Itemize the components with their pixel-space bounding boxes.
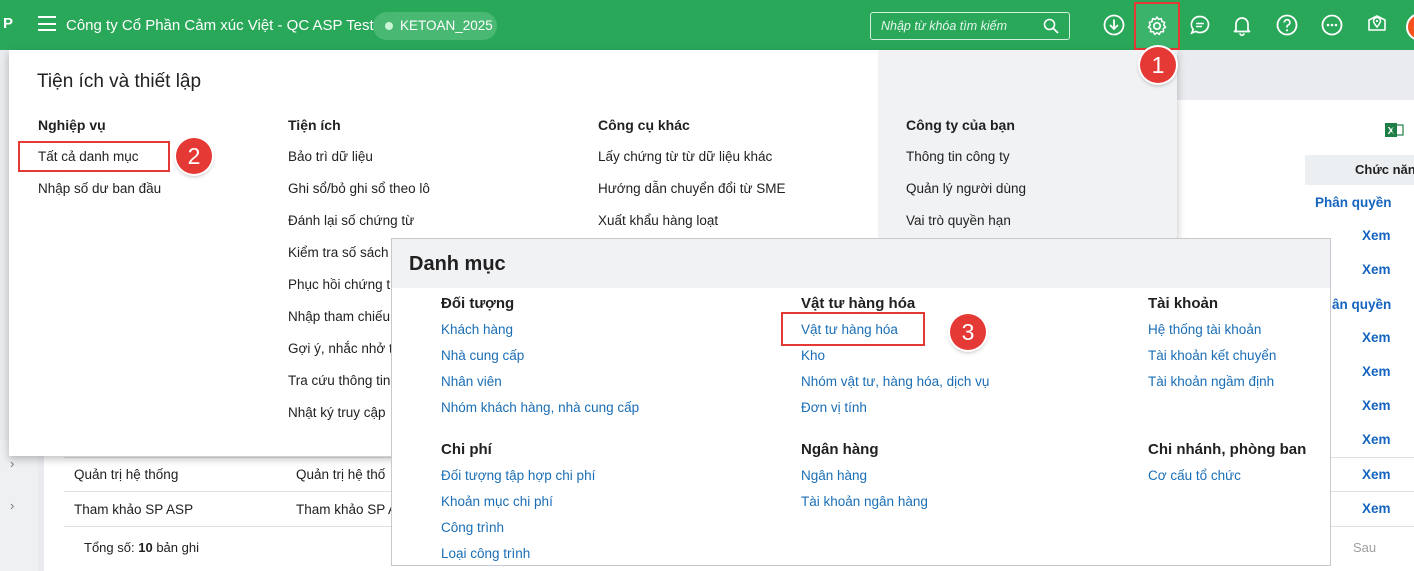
total-records: Tổng số: 10 bản ghi bbox=[84, 540, 199, 555]
category-link[interactable]: Nhà cung cấp bbox=[441, 348, 524, 363]
callout-1: 1 bbox=[1140, 47, 1176, 83]
total-value: 10 bbox=[138, 540, 153, 555]
bell-icon[interactable] bbox=[1231, 14, 1253, 36]
chevron-right-icon[interactable]: › bbox=[10, 498, 14, 513]
tool-item[interactable]: Lấy chứng từ từ dữ liệu khác bbox=[598, 149, 772, 164]
utility-item[interactable]: Gợi ý, nhắc nhở t bbox=[288, 341, 393, 356]
action-link[interactable]: Xem bbox=[1362, 501, 1391, 516]
gear-icon bbox=[1147, 16, 1167, 36]
table-cell: Quản trị hệ thố bbox=[296, 467, 386, 482]
company-item[interactable]: Thông tin công ty bbox=[906, 149, 1010, 164]
database-name: KETOAN_2025 bbox=[400, 18, 493, 33]
category-link[interactable]: Cơ cấu tổ chức bbox=[1148, 468, 1241, 483]
category-link[interactable]: Tài khoản ngầm định bbox=[1148, 374, 1274, 389]
category-link[interactable]: Loại công trình bbox=[441, 546, 530, 561]
cong-cu-khac-heading: Công cụ khác bbox=[598, 117, 690, 133]
table-cell: Tham khảo SP A bbox=[296, 502, 398, 517]
app-logo[interactable]: P bbox=[3, 15, 13, 32]
category-link[interactable]: Công trình bbox=[441, 520, 504, 535]
callout-2: 2 bbox=[176, 138, 212, 174]
highlight-materials bbox=[781, 312, 925, 346]
tien-ich-heading: Tiện ích bbox=[288, 117, 341, 133]
total-unit: bản ghi bbox=[156, 540, 199, 555]
action-link[interactable]: Xem bbox=[1362, 228, 1391, 243]
category-link[interactable]: Nhóm vật tư, hàng hóa, dịch vụ bbox=[801, 374, 989, 389]
action-link[interactable]: ân quyền bbox=[1332, 297, 1391, 312]
utility-item[interactable]: Bảo trì dữ liệu bbox=[288, 149, 373, 164]
menu-icon[interactable] bbox=[38, 16, 56, 31]
doi-tuong-heading: Đối tượng bbox=[441, 295, 515, 312]
action-link[interactable]: Xem bbox=[1362, 364, 1391, 379]
category-link[interactable]: Đối tượng tập hợp chi phí bbox=[441, 468, 595, 483]
avatar[interactable] bbox=[1406, 13, 1414, 41]
next-page-button[interactable]: Sau bbox=[1353, 540, 1376, 555]
opening-balance-link[interactable]: Nhập số dư ban đầu bbox=[38, 181, 161, 196]
category-link[interactable]: Ngân hàng bbox=[801, 468, 867, 483]
company-item[interactable]: Quản lý người dùng bbox=[906, 181, 1026, 196]
action-link[interactable]: Xem bbox=[1362, 467, 1391, 482]
categories-title: Danh mục bbox=[409, 253, 506, 275]
table-cell: Tham khảo SP ASP bbox=[74, 502, 194, 517]
category-link[interactable]: Tài khoản kết chuyển bbox=[1148, 348, 1276, 363]
company-item[interactable]: Vai trò quyền hạn bbox=[906, 213, 1011, 228]
tool-item[interactable]: Hướng dẫn chuyển đổi từ SME bbox=[598, 181, 786, 196]
ngan-hang-heading: Ngân hàng bbox=[801, 441, 879, 458]
utility-item[interactable]: Ghi sổ/bỏ ghi sổ theo lô bbox=[288, 181, 430, 196]
action-link[interactable]: Xem bbox=[1362, 262, 1391, 277]
vat-tu-heading: Vật tư hàng hóa bbox=[801, 295, 916, 312]
utility-item[interactable]: Nhật ký truy cập bbox=[288, 405, 386, 420]
categories-popup: Danh mục Đối tượng Khách hàng Nhà cung c… bbox=[391, 238, 1331, 566]
search-input[interactable]: Nhập từ khóa tìm kiếm bbox=[870, 12, 1070, 40]
settings-menu-title: Tiện ích và thiết lập bbox=[37, 71, 202, 92]
utility-item[interactable]: Đánh lại số chứng từ bbox=[288, 213, 414, 228]
category-link[interactable]: Khách hàng bbox=[441, 322, 513, 337]
action-link[interactable]: Phân quyền bbox=[1315, 195, 1392, 210]
action-link[interactable]: Xem bbox=[1362, 432, 1391, 447]
search-icon[interactable] bbox=[1043, 18, 1059, 34]
category-link[interactable]: Hệ thống tài khoản bbox=[1148, 322, 1261, 337]
action-link[interactable]: Xem bbox=[1362, 330, 1391, 345]
utility-item[interactable]: Kiểm tra số sách bbox=[288, 245, 389, 260]
top-bar: P Công ty Cổ Phần Cảm xúc Việt - QC ASP … bbox=[0, 0, 1414, 50]
download-icon[interactable] bbox=[1103, 14, 1125, 36]
chat-icon[interactable] bbox=[1189, 14, 1211, 36]
help-icon[interactable] bbox=[1276, 14, 1298, 36]
tai-khoan-heading: Tài khoản bbox=[1148, 295, 1219, 312]
cong-ty-heading: Công ty của bạn bbox=[906, 117, 1015, 133]
tool-item[interactable]: Xuất khẩu hàng loạt bbox=[598, 213, 718, 228]
excel-icon[interactable]: X bbox=[1384, 120, 1404, 140]
status-dot-icon bbox=[385, 22, 393, 30]
map-pin-icon[interactable] bbox=[1366, 11, 1388, 33]
callout-3: 3 bbox=[950, 314, 986, 350]
categories-header: Danh mục bbox=[392, 239, 1330, 288]
database-badge[interactable]: KETOAN_2025 bbox=[373, 12, 497, 40]
table-cell: Quản trị hệ thống bbox=[74, 467, 179, 482]
category-link[interactable]: Kho bbox=[801, 348, 825, 363]
category-link[interactable]: Nhóm khách hàng, nhà cung cấp bbox=[441, 400, 639, 415]
search-placeholder: Nhập từ khóa tìm kiếm bbox=[881, 19, 1008, 33]
chi-nhanh-heading: Chi nhánh, phòng ban bbox=[1148, 441, 1307, 458]
highlight-all-categories bbox=[18, 141, 170, 172]
row-expander-column: › › bbox=[0, 440, 38, 571]
category-link[interactable]: Tài khoản ngân hàng bbox=[801, 494, 928, 509]
more-icon[interactable] bbox=[1321, 14, 1343, 36]
utility-item[interactable]: Tra cứu thông tin bbox=[288, 373, 390, 388]
settings-button[interactable] bbox=[1134, 2, 1180, 50]
column-header-actions: Chức năn bbox=[1305, 155, 1414, 185]
action-link[interactable]: Xem bbox=[1362, 398, 1391, 413]
category-link[interactable]: Đơn vị tính bbox=[801, 400, 867, 415]
company-name[interactable]: Công ty Cổ Phần Cảm xúc Việt - QC ASP Te… bbox=[66, 17, 374, 34]
category-link[interactable]: Nhân viên bbox=[441, 374, 502, 389]
total-label: Tổng số: bbox=[84, 540, 135, 555]
chevron-right-icon[interactable]: › bbox=[10, 456, 14, 471]
utility-item[interactable]: Nhập tham chiếu bbox=[288, 309, 390, 324]
chi-phi-heading: Chi phí bbox=[441, 441, 492, 458]
utility-item[interactable]: Phục hồi chứng t bbox=[288, 277, 390, 292]
nghiep-vu-heading: Nghiệp vụ bbox=[38, 117, 106, 133]
category-link[interactable]: Khoản mục chi phí bbox=[441, 494, 553, 509]
